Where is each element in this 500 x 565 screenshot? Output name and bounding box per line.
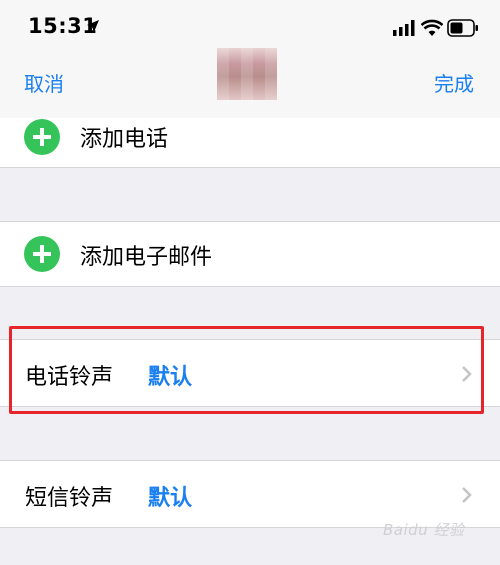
wifi-icon xyxy=(421,19,443,36)
watermark: Baidu 经验 xyxy=(383,521,465,539)
contact-avatar[interactable] xyxy=(217,48,277,100)
text-tone-label: 短信铃声 xyxy=(25,486,114,511)
cancel-button[interactable]: 取消 xyxy=(24,68,64,97)
text-tone-value: 默认 xyxy=(148,486,193,511)
done-button[interactable]: 完成 xyxy=(434,68,474,97)
battery-icon xyxy=(447,19,478,37)
add-phone-label: 添加电话 xyxy=(80,127,169,152)
add-plus-icon xyxy=(24,236,60,272)
add-email-label: 添加电子邮件 xyxy=(80,245,213,270)
text-tone-row[interactable]: 短信铃声 默认 xyxy=(0,460,500,528)
location-arrow-icon xyxy=(87,20,99,32)
highlight-box xyxy=(9,326,484,414)
add-email-row[interactable]: 添加电子邮件 xyxy=(0,221,500,287)
cellular-signal-icon xyxy=(393,20,415,36)
chevron-right-icon xyxy=(462,487,472,503)
add-plus-icon xyxy=(24,119,60,155)
add-phone-row[interactable]: 添加电话 xyxy=(0,118,500,168)
navigation-bar: 取消 完成 xyxy=(0,48,500,119)
